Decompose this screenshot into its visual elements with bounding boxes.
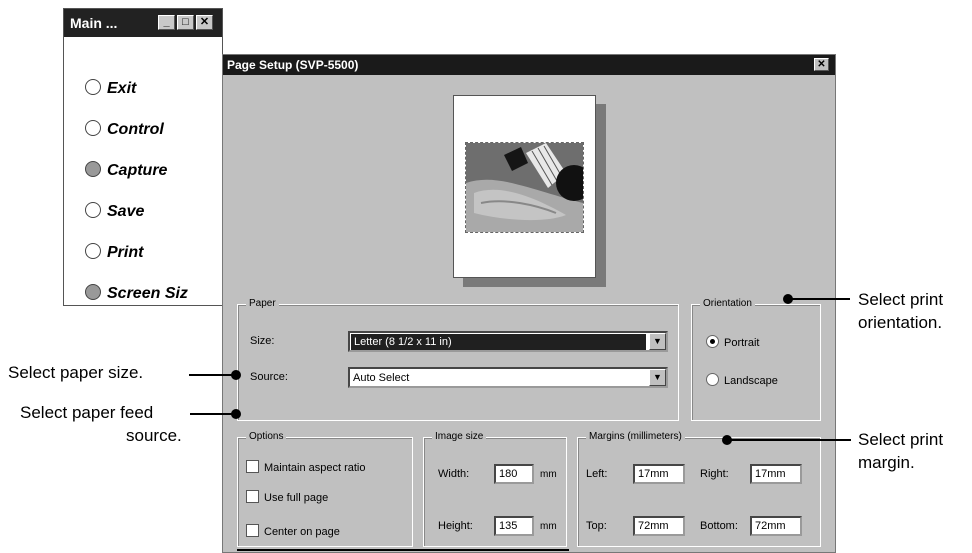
- top-margin-label: Top:: [586, 520, 607, 532]
- page-preview: [453, 95, 596, 278]
- page-setup-dialog: Page Setup (SVP-5500) ✕ Paper Size: Lett: [222, 54, 836, 553]
- menu-item-save-label: Save: [107, 203, 145, 220]
- radio-screen-size[interactable]: [85, 284, 101, 300]
- radio-save[interactable]: [85, 202, 101, 218]
- bottom-margin-input[interactable]: 72mm: [750, 516, 802, 536]
- callout-paper-size-dot: [231, 370, 241, 380]
- paper-group: Paper Size: Letter (8 1/2 x 11 in) ▼ Sou…: [237, 298, 679, 421]
- center-page-box[interactable]: [246, 524, 259, 537]
- full-page-box[interactable]: [246, 490, 259, 503]
- orientation-group: Orientation Portrait Landscape: [691, 298, 821, 421]
- main-menu-window: Main ... _ □ ✕ Exit Control Capture Save…: [63, 8, 223, 306]
- chevron-down-icon[interactable]: ▼: [649, 369, 666, 386]
- options-group: Options Maintain aspect ratio Use full p…: [237, 431, 413, 547]
- left-margin-label: Left:: [586, 468, 608, 480]
- radio-portrait-circle[interactable]: [706, 335, 719, 348]
- height-label: Height:: [438, 520, 473, 532]
- options-group-label: Options: [246, 431, 287, 442]
- bottom-margin-label: Bottom:: [700, 520, 738, 532]
- callout-feed-line1: Select paper feed: [20, 403, 154, 422]
- menu-item-save[interactable]: Save: [85, 202, 144, 221]
- image-size-group-label: Image size: [432, 431, 487, 442]
- margins-group-label: Margins (millimeters): [586, 431, 685, 442]
- center-page-label: Center on page: [264, 526, 340, 538]
- menu-item-capture[interactable]: Capture: [85, 161, 167, 180]
- callout-margin-line: [727, 439, 851, 441]
- radio-control[interactable]: [85, 120, 101, 136]
- maximize-button[interactable]: □: [177, 15, 194, 30]
- width-unit: mm: [540, 469, 557, 480]
- landscape-label: Landscape: [724, 375, 778, 387]
- main-window-titlebar: Main ... _ □ ✕: [64, 9, 222, 37]
- paper-group-label: Paper: [246, 298, 279, 309]
- radio-landscape-circle[interactable]: [706, 373, 719, 386]
- margins-group: Margins (millimeters) Left: 17mm Right: …: [577, 431, 821, 547]
- menu-item-capture-label: Capture: [107, 162, 168, 179]
- menu-item-exit-label: Exit: [107, 80, 137, 97]
- radio-capture[interactable]: [85, 161, 101, 177]
- paper-source-dropdown[interactable]: Auto Select ▼: [348, 367, 668, 388]
- right-margin-input[interactable]: 17mm: [750, 464, 802, 484]
- full-page-checkbox[interactable]: Use full page: [246, 490, 328, 504]
- center-page-checkbox[interactable]: Center on page: [246, 524, 340, 538]
- menu-item-print[interactable]: Print: [85, 243, 143, 262]
- callout-orientation-line2: orientation.: [858, 313, 943, 332]
- paper-source-value: Auto Select: [353, 372, 410, 384]
- height-unit: mm: [540, 521, 557, 532]
- radio-exit[interactable]: [85, 79, 101, 95]
- height-input[interactable]: 135: [494, 516, 534, 536]
- callout-margin-line1: Select print: [858, 430, 944, 449]
- right-margin-label: Right:: [700, 468, 729, 480]
- landscape-radio[interactable]: Landscape: [706, 373, 778, 387]
- bottom-edge-line: [237, 549, 569, 551]
- menu-item-print-label: Print: [107, 244, 144, 261]
- minimize-button[interactable]: _: [158, 15, 175, 30]
- menu-item-control-label: Control: [107, 121, 164, 138]
- dialog-titlebar: Page Setup (SVP-5500) ✕: [223, 55, 835, 75]
- maintain-aspect-box[interactable]: [246, 460, 259, 473]
- callout-feed-dot: [231, 409, 241, 419]
- image-size-group: Image size Width: 180 mm Height: 135 mm: [423, 431, 567, 547]
- callout-paper-size-line: [189, 374, 235, 376]
- portrait-radio[interactable]: Portrait: [706, 335, 759, 349]
- chevron-down-icon[interactable]: ▼: [649, 333, 666, 350]
- size-label: Size:: [250, 335, 275, 347]
- top-margin-input[interactable]: 72mm: [633, 516, 685, 536]
- callout-orientation-line: [788, 298, 850, 300]
- radio-print[interactable]: [85, 243, 101, 259]
- width-input[interactable]: 180: [494, 464, 534, 484]
- main-close-button[interactable]: ✕: [196, 15, 213, 30]
- main-window-title: Main ...: [70, 15, 118, 31]
- callout-orientation-line1: Select print: [858, 290, 944, 309]
- preview-image: [465, 142, 584, 233]
- callout-paper-size: Select paper size.: [8, 363, 144, 382]
- menu-item-screen-size-label: Screen Siz: [107, 285, 188, 302]
- paper-size-value: Letter (8 1/2 x 11 in): [351, 334, 646, 350]
- maintain-aspect-label: Maintain aspect ratio: [264, 462, 366, 474]
- menu-item-exit[interactable]: Exit: [85, 79, 136, 98]
- menu-item-control[interactable]: Control: [85, 120, 164, 139]
- dialog-title: Page Setup (SVP-5500): [227, 58, 359, 72]
- maintain-aspect-checkbox[interactable]: Maintain aspect ratio: [246, 460, 366, 474]
- left-margin-input[interactable]: 17mm: [633, 464, 685, 484]
- portrait-label: Portrait: [724, 337, 760, 349]
- source-label: Source:: [250, 371, 288, 383]
- orientation-group-label: Orientation: [700, 298, 755, 309]
- callout-feed-line: [190, 413, 235, 415]
- callout-feed-line2: source.: [126, 426, 182, 445]
- menu-item-screen-size[interactable]: Screen Siz: [85, 284, 188, 303]
- callout-margin-line2: margin.: [858, 453, 915, 472]
- width-label: Width:: [438, 468, 470, 480]
- paper-size-dropdown[interactable]: Letter (8 1/2 x 11 in) ▼: [348, 331, 668, 352]
- dialog-close-button[interactable]: ✕: [814, 58, 829, 71]
- full-page-label: Use full page: [264, 492, 329, 504]
